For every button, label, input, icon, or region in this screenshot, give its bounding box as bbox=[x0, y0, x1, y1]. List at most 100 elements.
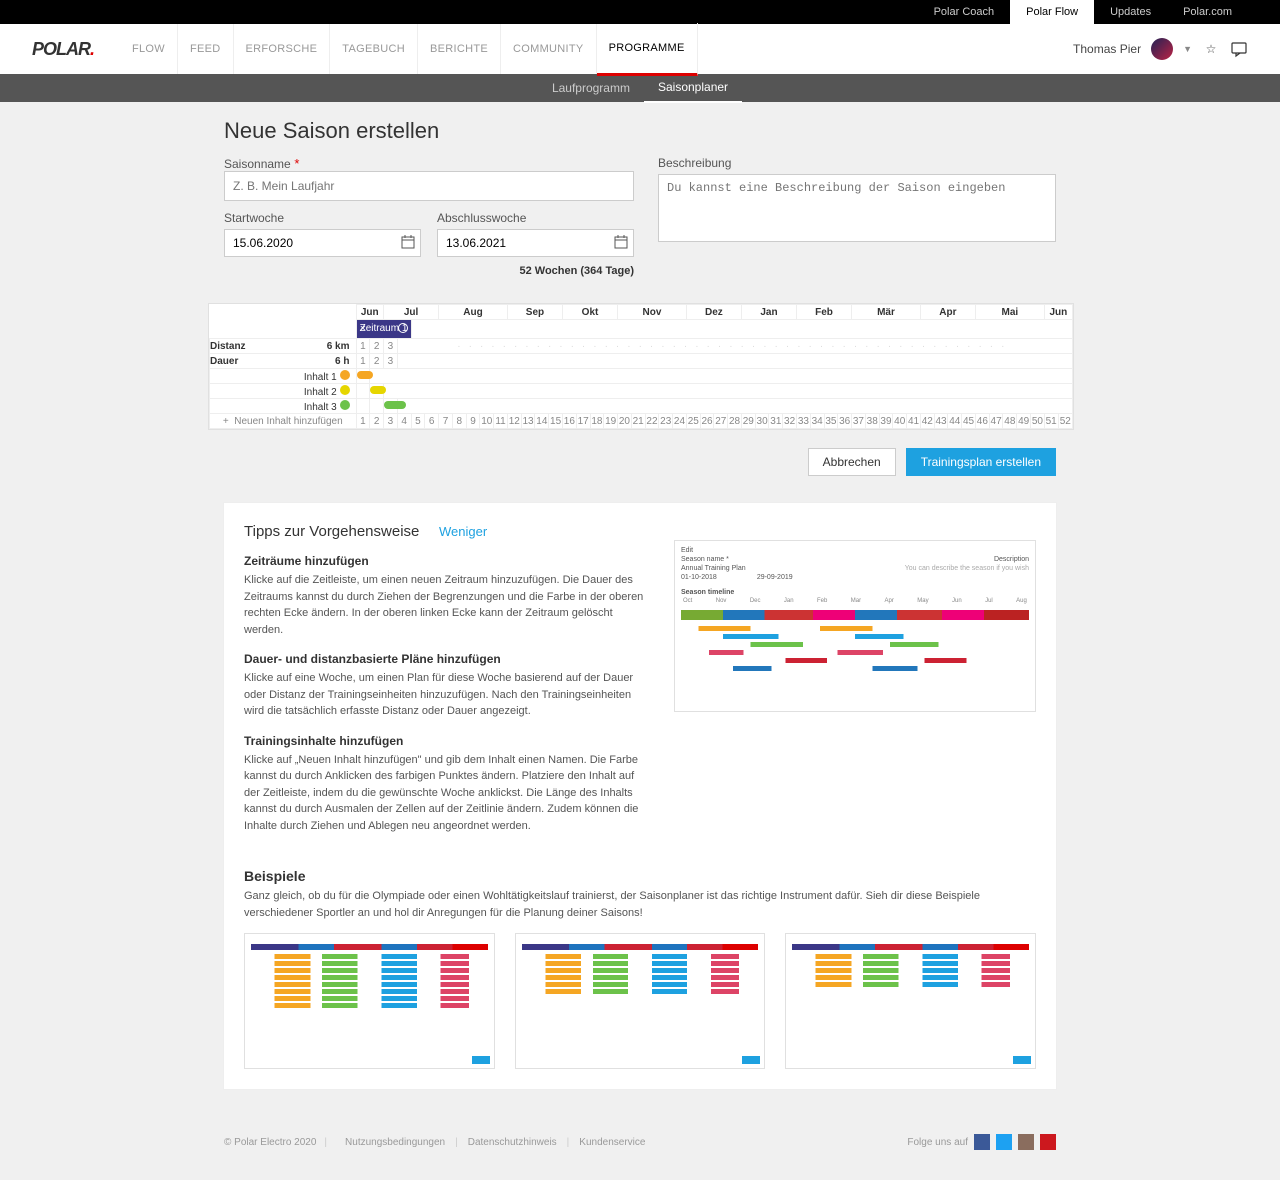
week-number-cell[interactable]: 26 bbox=[700, 414, 714, 429]
topnav-polar-coach[interactable]: Polar Coach bbox=[918, 0, 1011, 24]
week-number-cell[interactable]: 51 bbox=[1044, 414, 1058, 429]
close-icon[interactable]: ✕ bbox=[360, 320, 367, 338]
avatar[interactable] bbox=[1151, 38, 1173, 60]
week-cell[interactable] bbox=[384, 399, 398, 414]
row-inhalt-2[interactable]: Inhalt 2 bbox=[210, 384, 1073, 399]
topnav-updates[interactable]: Updates bbox=[1094, 0, 1167, 24]
week-cell[interactable]: 1 bbox=[356, 339, 370, 354]
row-inhalt-1[interactable]: Inhalt 1 bbox=[210, 369, 1073, 384]
content-bar[interactable] bbox=[370, 386, 386, 394]
week-number-cell[interactable]: 29 bbox=[741, 414, 755, 429]
example-thumb-2[interactable] bbox=[515, 933, 766, 1069]
week-number-cell[interactable]: 45 bbox=[962, 414, 976, 429]
season-name-input[interactable] bbox=[224, 171, 634, 201]
end-week-value[interactable] bbox=[438, 230, 609, 256]
week-number-cell[interactable]: 44 bbox=[948, 414, 962, 429]
nav-erforsche[interactable]: ERFORSCHE bbox=[234, 24, 331, 74]
week-number-cell[interactable]: 40 bbox=[893, 414, 907, 429]
week-cell[interactable]: 2 bbox=[370, 354, 384, 369]
instagram-icon[interactable] bbox=[1018, 1134, 1034, 1150]
week-number-cell[interactable]: 22 bbox=[645, 414, 659, 429]
content-color-dot[interactable] bbox=[340, 400, 350, 410]
facebook-icon[interactable] bbox=[974, 1134, 990, 1150]
week-number-cell[interactable]: 37 bbox=[852, 414, 866, 429]
week-cell[interactable]: 3 bbox=[384, 354, 398, 369]
youtube-icon[interactable] bbox=[1040, 1134, 1056, 1150]
week-number-cell[interactable]: 48 bbox=[1003, 414, 1017, 429]
topnav-polar-com[interactable]: Polar.com bbox=[1167, 0, 1248, 24]
week-number-cell[interactable]: 20 bbox=[618, 414, 632, 429]
week-number-cell[interactable]: 13 bbox=[521, 414, 535, 429]
week-number-cell[interactable]: 36 bbox=[838, 414, 852, 429]
week-number-cell[interactable]: 32 bbox=[783, 414, 797, 429]
week-number-cell[interactable]: 3 bbox=[384, 414, 398, 429]
week-number-cell[interactable]: 28 bbox=[728, 414, 742, 429]
week-number-cell[interactable]: 38 bbox=[865, 414, 879, 429]
week-number-cell[interactable]: 19 bbox=[604, 414, 618, 429]
week-number-cell[interactable]: 49 bbox=[1017, 414, 1031, 429]
week-number-cell[interactable]: 34 bbox=[810, 414, 824, 429]
content-bar[interactable] bbox=[357, 371, 373, 379]
week-number-cell[interactable]: 9 bbox=[466, 414, 480, 429]
week-number-cell[interactable]: 10 bbox=[480, 414, 494, 429]
week-cell[interactable]: 2 bbox=[370, 339, 384, 354]
footer-terms[interactable]: Nutzungsbedingungen bbox=[345, 1137, 445, 1148]
week-number-cell[interactable]: 21 bbox=[631, 414, 645, 429]
nav-community[interactable]: COMMUNITY bbox=[501, 24, 597, 74]
week-number-cell[interactable]: 39 bbox=[879, 414, 893, 429]
timeline-track[interactable] bbox=[411, 320, 1072, 339]
example-thumb-1[interactable] bbox=[244, 933, 495, 1069]
period-block[interactable]: ✕Zeitraum 1 bbox=[357, 320, 411, 338]
row-inhalt-3[interactable]: Inhalt 3 bbox=[210, 399, 1073, 414]
nav-berichte[interactable]: BERICHTE bbox=[418, 24, 501, 74]
footer-support[interactable]: Kundenservice bbox=[579, 1137, 645, 1148]
week-number-cell[interactable]: 4 bbox=[397, 414, 411, 429]
week-number-cell[interactable]: 12 bbox=[507, 414, 521, 429]
week-number-cell[interactable]: 2 bbox=[370, 414, 384, 429]
week-number-cell[interactable]: 23 bbox=[659, 414, 673, 429]
cancel-button[interactable]: Abbrechen bbox=[808, 448, 896, 476]
add-content-button[interactable]: + Neuen Inhalt hinzufügen bbox=[210, 414, 357, 429]
logo[interactable]: POLAR. bbox=[32, 39, 100, 60]
nav-feed[interactable]: FEED bbox=[178, 24, 234, 74]
color-icon[interactable] bbox=[398, 323, 408, 333]
start-week-value[interactable] bbox=[225, 230, 396, 256]
week-number-cell[interactable]: 7 bbox=[439, 414, 453, 429]
week-number-cell[interactable]: 24 bbox=[673, 414, 687, 429]
footer-privacy[interactable]: Datenschutzhinweis bbox=[468, 1137, 557, 1148]
week-number-cell[interactable]: 43 bbox=[934, 414, 948, 429]
week-cells-empty[interactable]: ········································… bbox=[397, 339, 1072, 354]
week-number-cell[interactable]: 33 bbox=[797, 414, 811, 429]
week-cell[interactable] bbox=[370, 384, 384, 399]
week-number-cell[interactable]: 52 bbox=[1058, 414, 1072, 429]
week-cell[interactable] bbox=[356, 369, 370, 384]
week-number-cell[interactable]: 6 bbox=[425, 414, 439, 429]
week-number-cell[interactable]: 30 bbox=[755, 414, 769, 429]
calendar-icon[interactable] bbox=[396, 235, 420, 252]
week-number-cell[interactable]: 15 bbox=[549, 414, 563, 429]
start-week-input[interactable] bbox=[224, 229, 421, 257]
tips-toggle[interactable]: Weniger bbox=[439, 524, 487, 539]
subnav-laufprogramm[interactable]: Laufprogramm bbox=[538, 74, 644, 102]
week-number-cell[interactable]: 17 bbox=[576, 414, 590, 429]
end-week-input[interactable] bbox=[437, 229, 634, 257]
twitter-icon[interactable] bbox=[996, 1134, 1012, 1150]
week-number-cell[interactable]: 11 bbox=[494, 414, 508, 429]
caret-down-icon[interactable]: ▼ bbox=[1183, 44, 1192, 54]
week-number-cell[interactable]: 46 bbox=[975, 414, 989, 429]
week-number-cell[interactable]: 16 bbox=[562, 414, 576, 429]
week-cells-empty[interactable] bbox=[397, 354, 1072, 369]
week-number-cell[interactable]: 18 bbox=[590, 414, 604, 429]
week-number-cell[interactable]: 50 bbox=[1031, 414, 1045, 429]
nav-programme[interactable]: PROGRAMME bbox=[597, 23, 698, 76]
week-number-cell[interactable]: 31 bbox=[769, 414, 783, 429]
week-number-cell[interactable]: 5 bbox=[411, 414, 425, 429]
week-number-cell[interactable]: 42 bbox=[920, 414, 934, 429]
content-color-dot[interactable] bbox=[340, 370, 350, 380]
subnav-saisonplaner[interactable]: Saisonplaner bbox=[644, 73, 742, 103]
week-number-cell[interactable]: 8 bbox=[452, 414, 466, 429]
week-number-cell[interactable]: 1 bbox=[356, 414, 370, 429]
nav-tagebuch[interactable]: TAGEBUCH bbox=[330, 24, 418, 74]
content-color-dot[interactable] bbox=[340, 385, 350, 395]
calendar-icon[interactable] bbox=[609, 235, 633, 252]
